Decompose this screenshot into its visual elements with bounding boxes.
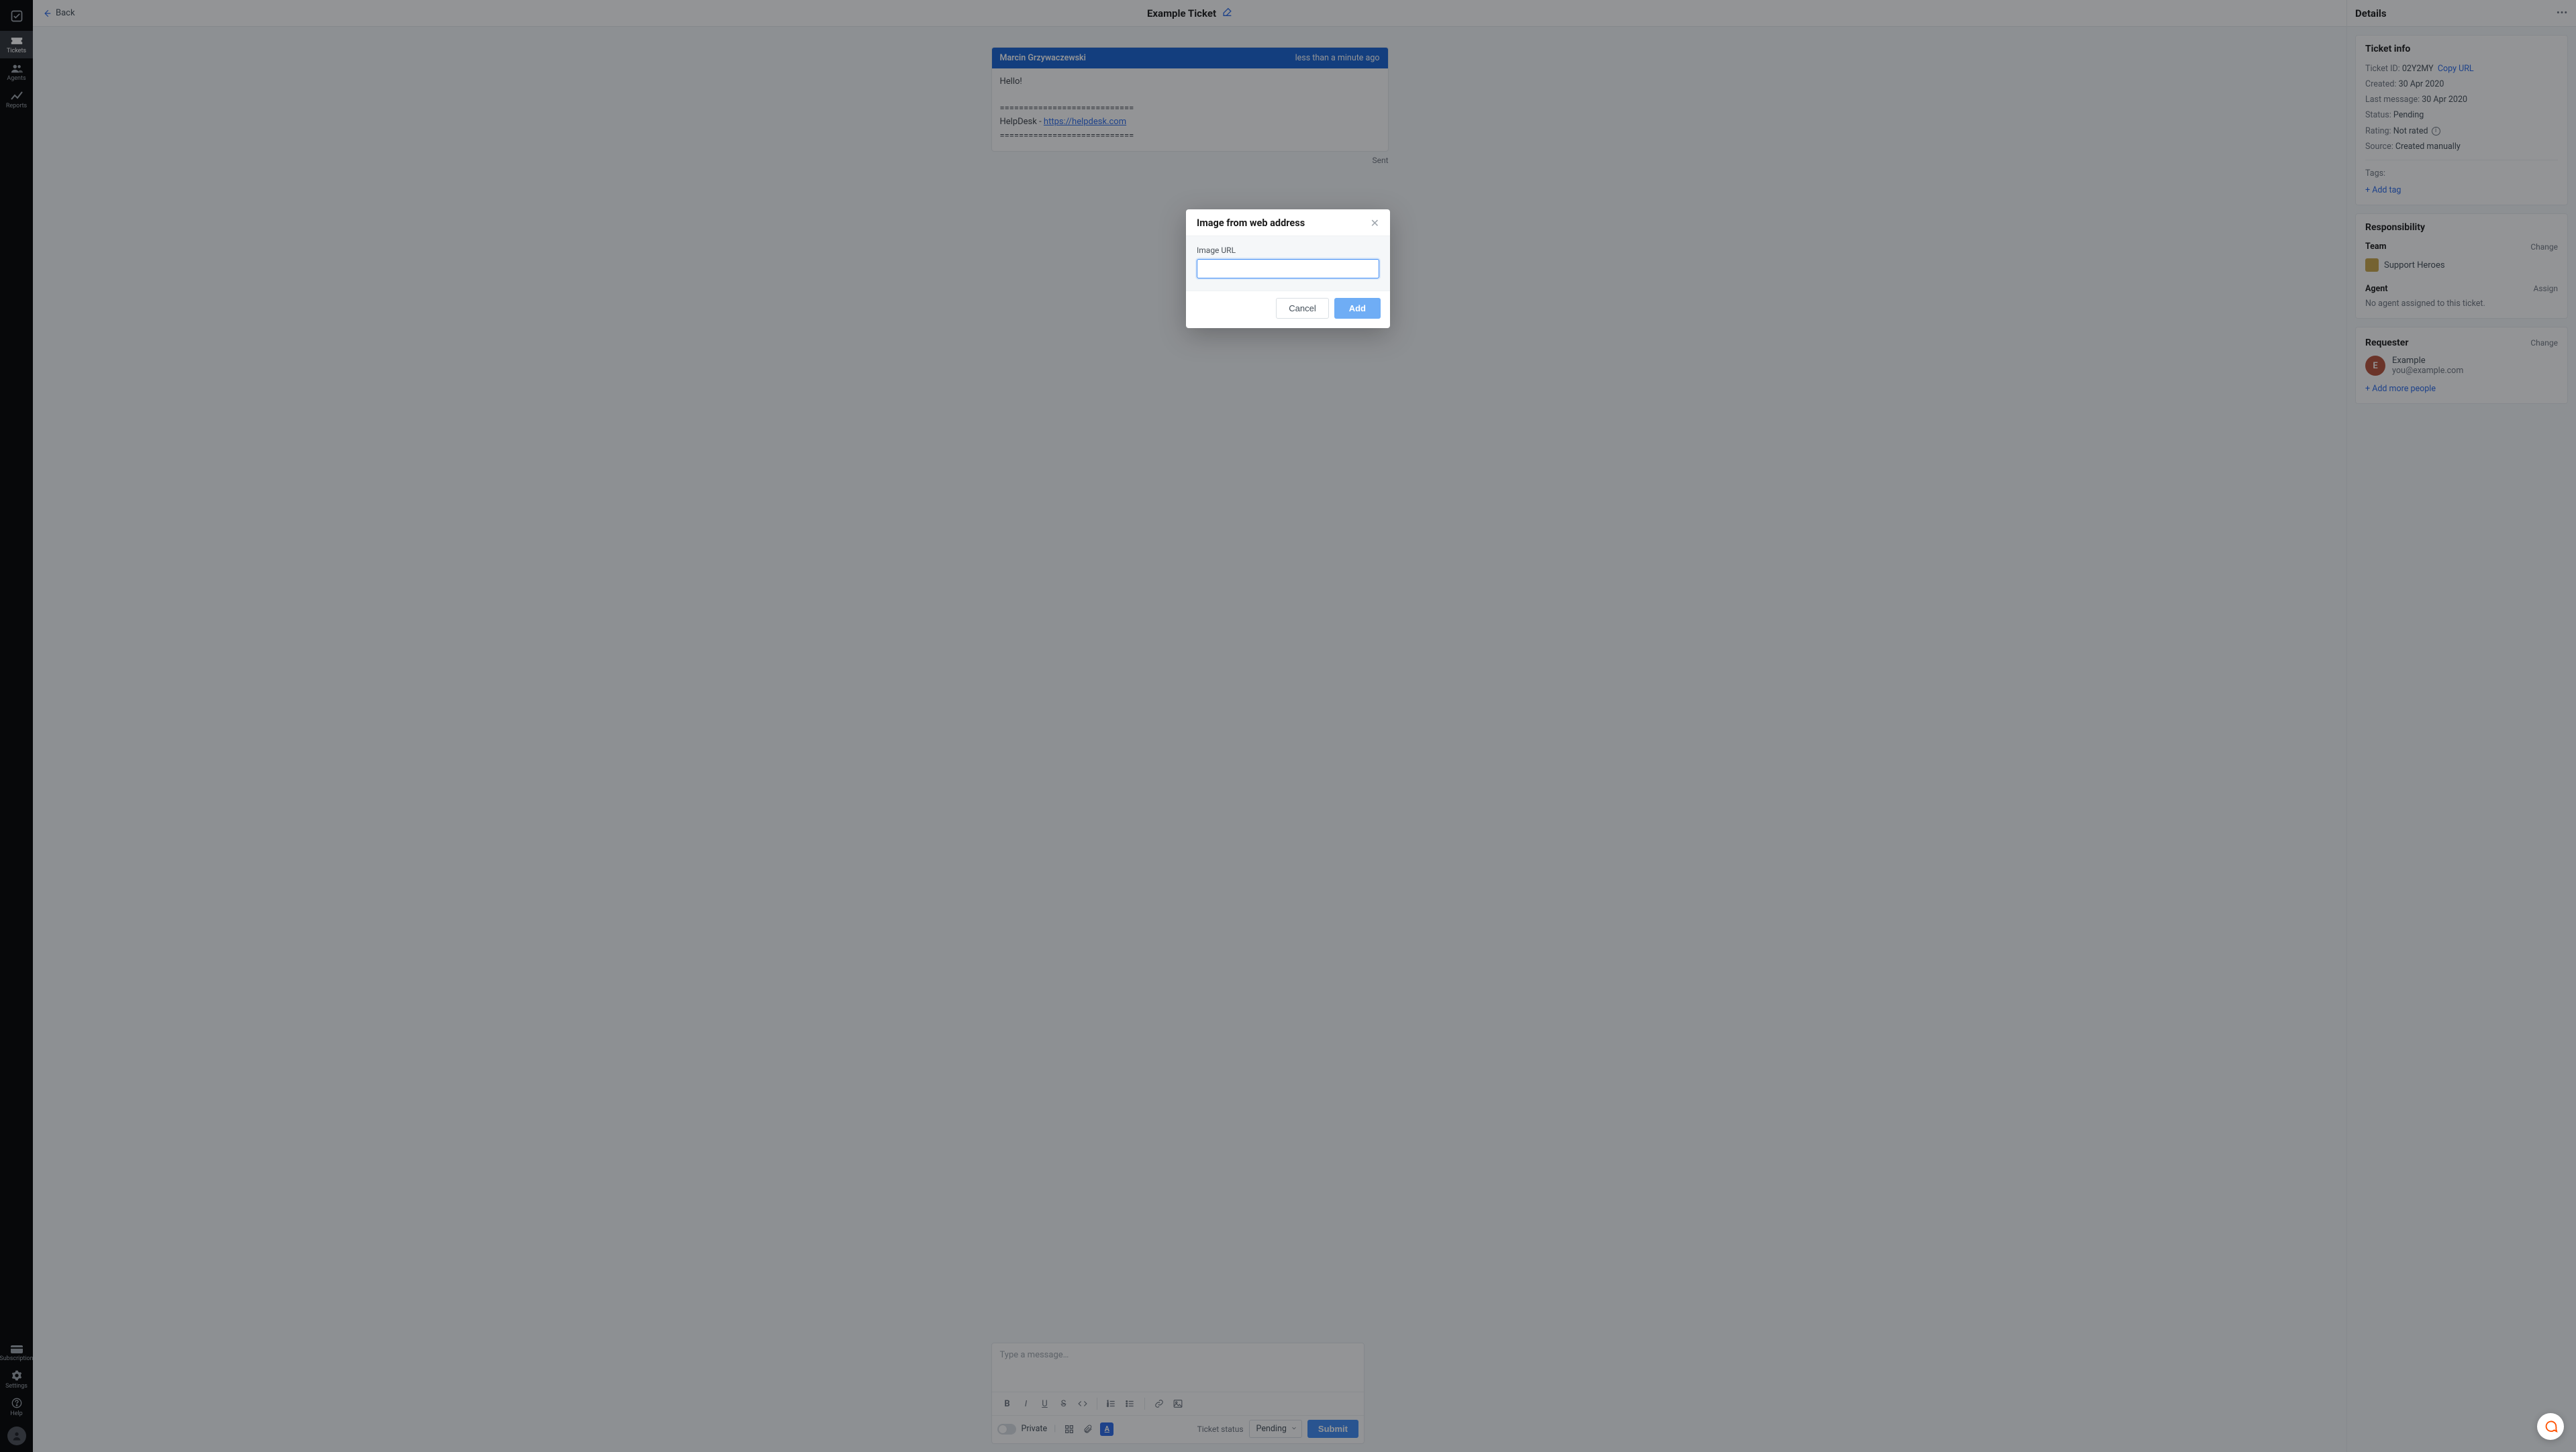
add-button[interactable]: Add <box>1334 298 1381 319</box>
image-url-input[interactable] <box>1197 259 1379 278</box>
close-icon[interactable]: ✕ <box>1371 218 1379 229</box>
chat-widget-button[interactable] <box>2537 1413 2564 1440</box>
image-url-modal: Image from web address ✕ Image URL Cance… <box>1186 209 1390 328</box>
modal-title: Image from web address <box>1197 217 1305 229</box>
image-url-label: Image URL <box>1197 246 1379 255</box>
modal-overlay[interactable]: Image from web address ✕ Image URL Cance… <box>0 0 2576 1452</box>
cancel-button[interactable]: Cancel <box>1276 298 1328 319</box>
